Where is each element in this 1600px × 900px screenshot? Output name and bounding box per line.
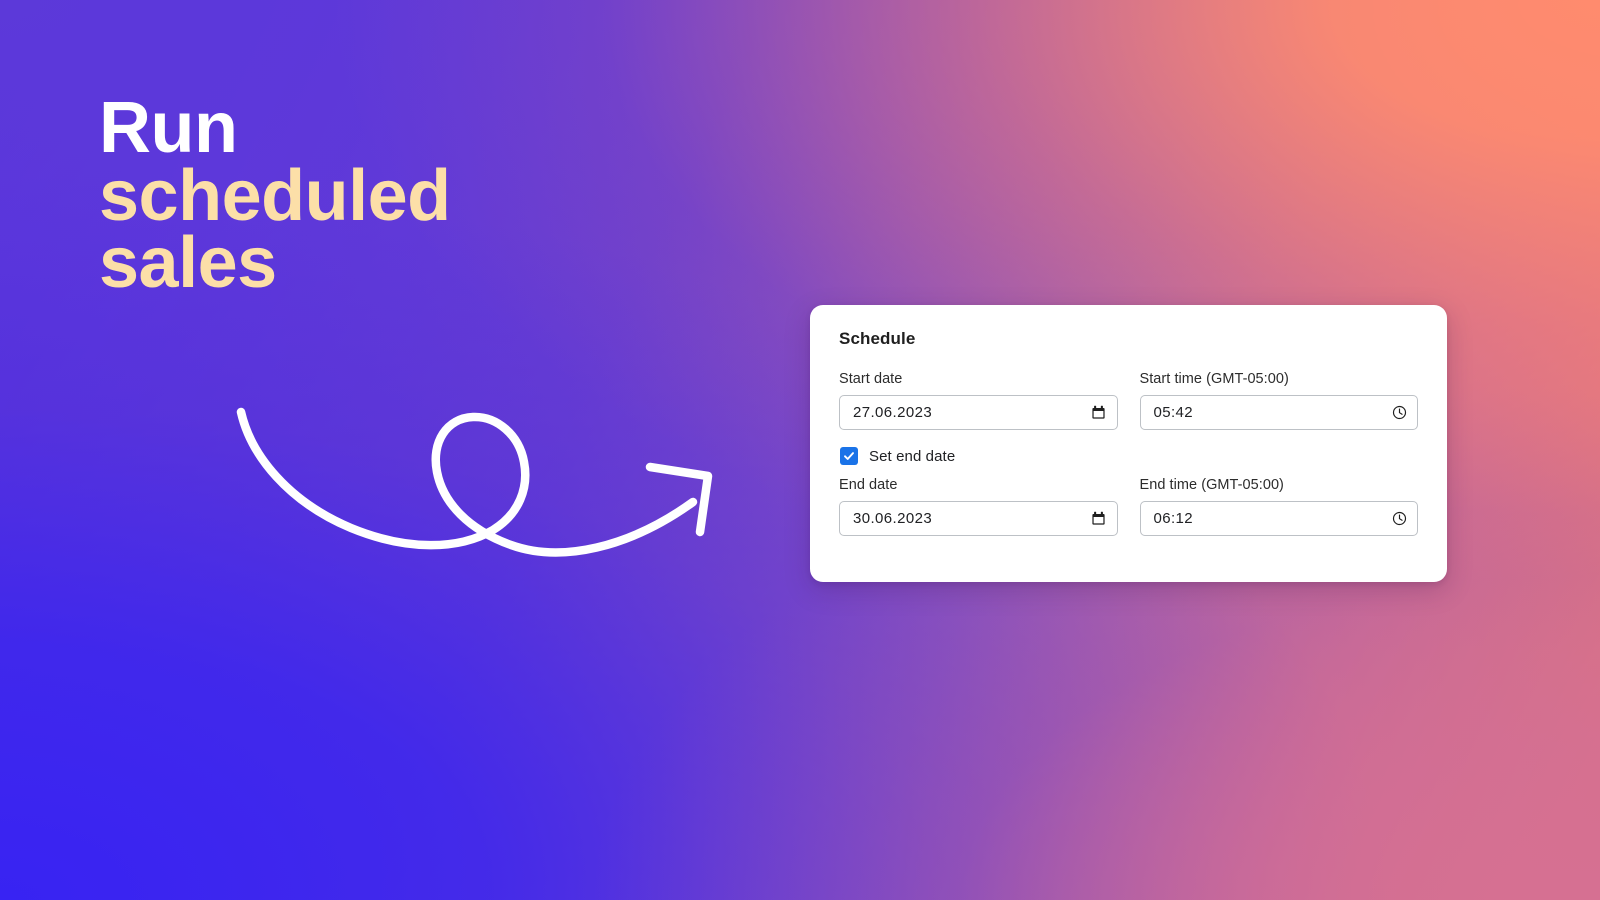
card-title: Schedule xyxy=(839,329,916,348)
calendar-icon[interactable] xyxy=(1091,511,1107,527)
page-title: Run scheduled sales xyxy=(99,88,451,304)
end-time-label: End time (GMT-05:00) xyxy=(1139,477,1284,493)
headline-line-1: Run xyxy=(99,88,238,168)
end-date-value: 30.06.2023 xyxy=(853,510,933,527)
end-time-value: 06:12 xyxy=(1153,510,1194,527)
set-end-date-checkbox-row[interactable]: Set end date xyxy=(840,447,1418,465)
start-time-value: 05:42 xyxy=(1153,404,1194,421)
end-date-input[interactable]: 30.06.2023 xyxy=(839,501,1118,536)
check-icon xyxy=(844,452,854,460)
start-date-field: Start date 27.06.2023 xyxy=(839,371,1118,430)
headline-line-2: scheduled xyxy=(99,155,451,236)
schedule-card: Schedule Start date 27.06.2023 Start tim… xyxy=(810,305,1447,582)
clock-icon[interactable] xyxy=(1391,405,1407,421)
calendar-icon[interactable] xyxy=(1091,405,1107,421)
end-row: End date 30.06.2023 End time (GMT-05:00)… xyxy=(839,477,1418,536)
start-date-label: Start date xyxy=(839,371,903,387)
end-time-field: End time (GMT-05:00) 06:12 xyxy=(1139,477,1418,536)
start-date-value: 27.06.2023 xyxy=(853,404,933,421)
start-time-field: Start time (GMT-05:00) 05:42 xyxy=(1139,371,1418,430)
start-date-input[interactable]: 27.06.2023 xyxy=(839,395,1118,430)
end-time-input[interactable]: 06:12 xyxy=(1139,501,1418,536)
clock-icon[interactable] xyxy=(1391,511,1407,527)
start-time-input[interactable]: 05:42 xyxy=(1139,395,1418,430)
end-date-field: End date 30.06.2023 xyxy=(839,477,1118,536)
start-row: Start date 27.06.2023 Start time (GMT-05… xyxy=(839,371,1418,430)
headline-line-3: sales xyxy=(99,223,277,304)
start-time-label: Start time (GMT-05:00) xyxy=(1139,371,1289,387)
end-date-label: End date xyxy=(839,477,898,493)
set-end-date-label: Set end date xyxy=(869,447,956,465)
set-end-date-checkbox[interactable] xyxy=(840,447,858,465)
